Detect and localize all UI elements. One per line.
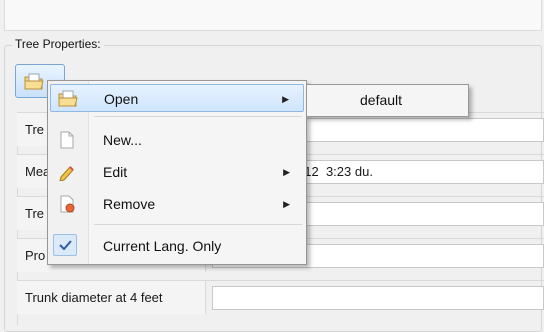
- property-row: Trunk diameter at 4 feet: [17, 280, 544, 314]
- submenu-arrow-icon: ▶: [282, 94, 289, 104]
- property-label: Trunk diameter at 4 feet: [17, 281, 206, 314]
- submenu-item-default[interactable]: default: [309, 87, 466, 114]
- menu-item-current-lang-only[interactable]: Current Lang. Only: [50, 232, 304, 260]
- menu-item-remove[interactable]: Remove ▶: [50, 190, 304, 218]
- menu-separator: [94, 116, 302, 117]
- menu-item-label: New...: [103, 132, 142, 148]
- checkmark-icon: [53, 234, 77, 256]
- folder-icon: [24, 73, 44, 94]
- top-field: [4, 0, 542, 31]
- group-title: Tree Properties:: [12, 37, 104, 51]
- menu-item-label: Open: [104, 91, 139, 107]
- remove-document-icon: [57, 195, 77, 213]
- open-submenu: default: [306, 84, 469, 117]
- menu-item-label: Edit: [103, 164, 128, 180]
- context-menu: Open ▶ New... Edit ▶ Remove ▶ Current La…: [47, 80, 307, 265]
- submenu-item-label: default: [360, 92, 403, 108]
- menu-item-open[interactable]: Open ▶: [50, 84, 304, 112]
- property-value-field[interactable]: [212, 286, 544, 310]
- menu-item-label: Remove: [103, 196, 156, 212]
- submenu-arrow-icon: ▶: [283, 199, 290, 209]
- menu-item-edit[interactable]: Edit ▶: [50, 158, 304, 186]
- pencil-icon: [57, 163, 77, 182]
- new-document-icon: [57, 131, 77, 149]
- submenu-arrow-icon: ▶: [283, 167, 290, 177]
- menu-item-new[interactable]: New...: [50, 126, 304, 154]
- menu-separator: [94, 224, 302, 225]
- menu-item-label: Current Lang. Only: [103, 238, 222, 254]
- open-folder-icon: [58, 90, 78, 108]
